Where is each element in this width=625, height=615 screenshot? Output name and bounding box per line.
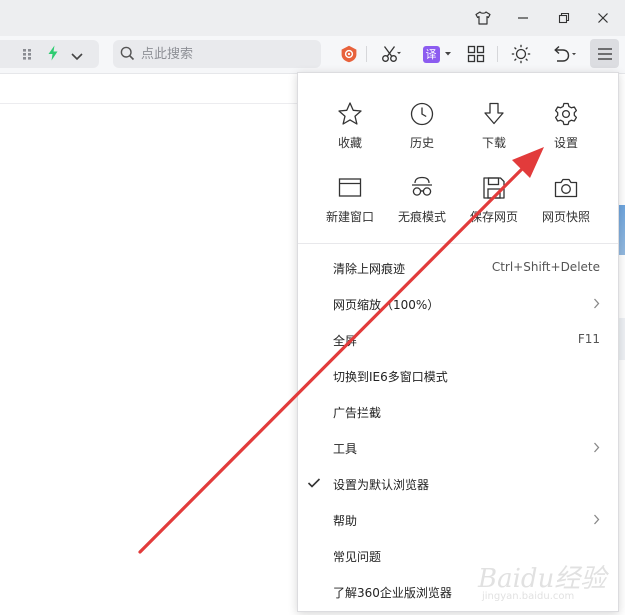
close-button[interactable] — [590, 6, 616, 30]
menu-page-snapshot[interactable]: 网页快照 — [530, 175, 602, 237]
skin-tshirt-button[interactable] — [470, 6, 496, 30]
translate-badge: 译 — [422, 45, 440, 63]
menu-item-label: 帮助 — [333, 514, 358, 528]
menu-item-label: 常见问题 — [333, 550, 382, 564]
menu-item-label: 设置为默认浏览器 — [333, 478, 430, 492]
sun-icon — [511, 44, 531, 64]
menu-item-tools[interactable]: 工具 — [298, 430, 618, 466]
menu-save-page[interactable]: 保存网页 — [458, 175, 530, 237]
menu-incognito-label: 无痕模式 — [397, 210, 446, 224]
menu-save-page-label: 保存网页 — [469, 210, 518, 224]
incognito-icon — [412, 176, 432, 196]
menu-incognito[interactable]: 无痕模式 — [386, 175, 458, 237]
menu-item-zoom[interactable]: 网页缩放（100%） — [298, 286, 618, 322]
menu-item-ad-block[interactable]: 广告拦截 — [298, 394, 618, 430]
chevron-right-icon — [594, 298, 600, 309]
extension-shield-icon — [341, 45, 357, 63]
browser-toolbar: 译 — [0, 36, 625, 74]
menu-new-window[interactable]: 新建窗口 — [314, 175, 386, 237]
menu-item-ie6-mode[interactable]: 切换到IE6多窗口模式 — [298, 358, 618, 394]
menu-item-label: 清除上网痕迹 — [333, 262, 406, 276]
menu-downloads[interactable]: 下载 — [458, 101, 530, 163]
chevron-down-icon[interactable] — [70, 47, 84, 66]
menu-divider — [298, 243, 618, 244]
menu-favorites-label: 收藏 — [337, 136, 362, 150]
tshirt-icon — [475, 11, 491, 25]
undo-close-tab-button[interactable] — [548, 41, 580, 67]
menu-history[interactable]: 历史 — [386, 101, 458, 163]
brightness-button[interactable] — [509, 41, 533, 67]
grid-four-icon — [467, 45, 485, 63]
chevron-right-icon — [594, 514, 600, 525]
menu-item-clear-history[interactable]: 清除上网痕迹 Ctrl+Shift+Delete — [298, 250, 618, 286]
title-bar — [0, 0, 625, 36]
download-icon — [484, 102, 504, 125]
menu-item-fullscreen[interactable]: 全屏 F11 — [298, 322, 618, 358]
star-icon — [338, 102, 362, 125]
close-icon — [598, 13, 608, 23]
minimize-icon — [518, 17, 528, 19]
lightning-icon[interactable] — [47, 45, 59, 65]
scissors-icon — [382, 46, 401, 62]
menu-item-shortcut: Ctrl+Shift+Delete — [491, 260, 600, 274]
extension-button[interactable] — [339, 41, 359, 67]
checkmark-icon — [307, 478, 321, 488]
menu-item-label: 广告拦截 — [333, 406, 382, 420]
main-menu-button[interactable] — [590, 39, 619, 68]
menu-history-label: 历史 — [409, 136, 434, 150]
address-bar[interactable] — [0, 40, 99, 68]
screenshot-button[interactable] — [375, 41, 407, 67]
watermark-text: Baidu经验 — [478, 564, 607, 594]
menu-favorites[interactable]: 收藏 — [314, 101, 386, 163]
menu-downloads-label: 下载 — [481, 136, 506, 150]
watermark-url: jingyan.baidu.com — [482, 591, 575, 602]
menu-item-label: 全屏 — [333, 334, 358, 348]
chevron-down-icon — [444, 52, 451, 56]
clock-icon — [410, 102, 434, 126]
restore-button[interactable] — [551, 6, 577, 30]
search-input[interactable] — [141, 44, 311, 64]
menu-item-label: 了解360企业版浏览器 — [333, 586, 452, 600]
main-menu-dropdown: 收藏 历史 下载 设置 新建窗口 无痕模式 保存网页 网页快照 清除上网痕迹 C… — [297, 72, 619, 612]
chevron-right-icon — [594, 442, 600, 453]
menu-new-window-label: 新建窗口 — [325, 210, 374, 224]
baidu-jingyan-watermark: Baidu经验 jingyan.baidu.com — [478, 548, 618, 606]
page-content-edge — [619, 318, 625, 360]
toolbar-divider — [366, 46, 367, 62]
content-divider — [0, 103, 298, 104]
menu-settings-label: 设置 — [553, 136, 578, 150]
hamburger-menu-icon — [597, 47, 612, 60]
menu-item-label: 网页缩放（100%） — [333, 298, 440, 312]
minimize-button[interactable] — [510, 6, 536, 30]
grid-apps-icon[interactable] — [22, 46, 34, 65]
undo-icon — [554, 45, 576, 62]
gear-icon — [554, 102, 578, 126]
menu-settings[interactable]: 设置 — [530, 101, 602, 163]
search-box[interactable] — [113, 40, 321, 68]
menu-page-snapshot-label: 网页快照 — [541, 210, 590, 224]
new-window-icon — [338, 178, 362, 197]
menu-item-label: 切换到IE6多窗口模式 — [333, 370, 448, 384]
page-content-edge — [619, 205, 625, 255]
apps-grid-button[interactable] — [464, 41, 488, 67]
toolbar-divider — [497, 46, 498, 62]
menu-item-label: 工具 — [333, 442, 358, 456]
translate-button[interactable]: 译 — [421, 41, 453, 67]
search-icon — [120, 46, 135, 65]
menu-item-help[interactable]: 帮助 — [298, 502, 618, 538]
restore-icon — [558, 12, 570, 24]
save-page-icon — [483, 177, 505, 199]
menu-item-default-browser[interactable]: 设置为默认浏览器 — [298, 466, 618, 502]
menu-item-shortcut: F11 — [577, 332, 600, 346]
camera-icon — [554, 178, 578, 198]
